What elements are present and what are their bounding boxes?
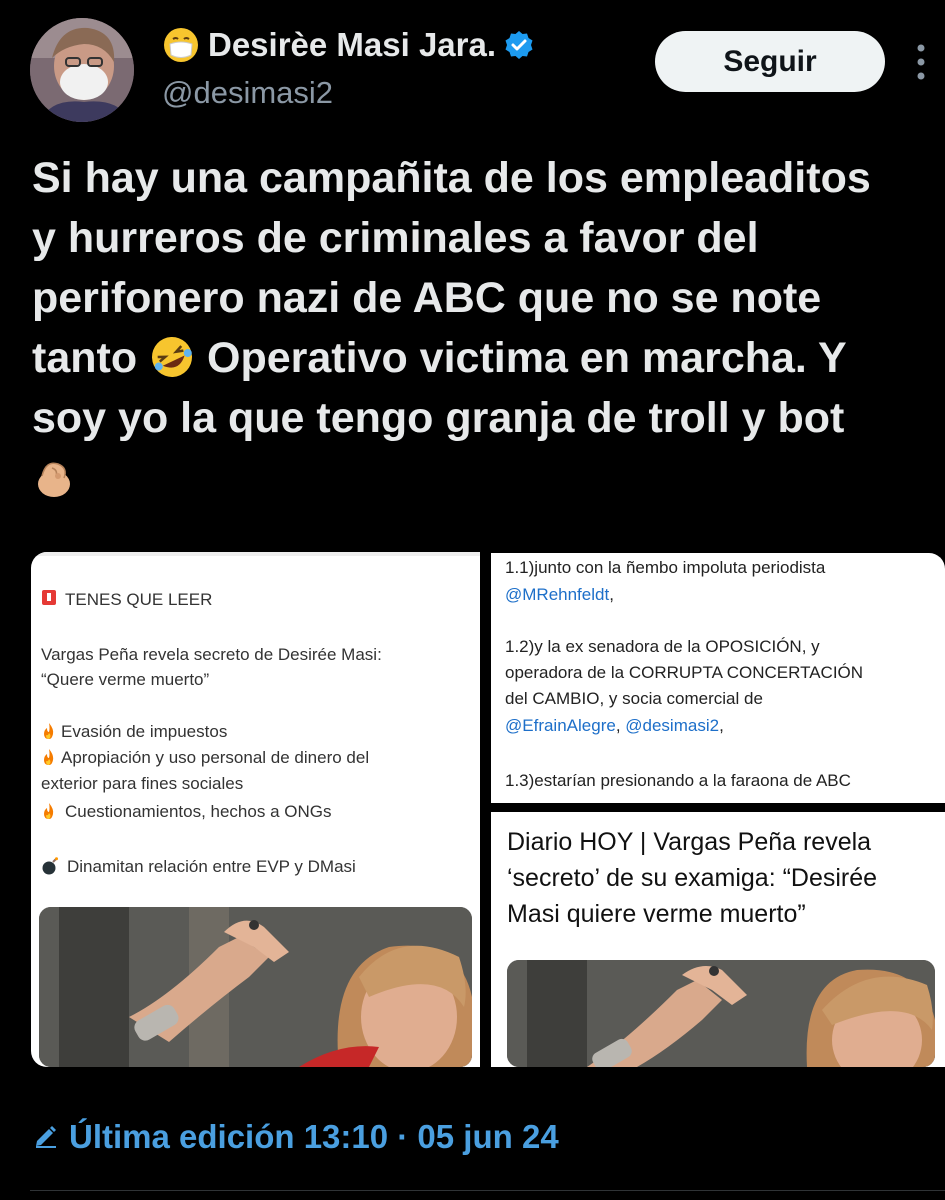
bullet-1: Evasión de impuestos: [41, 722, 227, 745]
tr-line-4: del CAMBIO, y socia comercial de: [505, 689, 763, 708]
tweet-line-6: soy yo la que tengo granja de troll y bo…: [32, 394, 845, 442]
rolling-laughing-emoji-icon: [149, 334, 195, 380]
bullet-2: Apropiación y uso personal de dinero del: [41, 748, 369, 771]
tweet-line-1: Si hay una campañita de los empleaditos: [32, 154, 871, 202]
tr-line-6: 1.3)estarían presionando a la faraona de…: [505, 771, 851, 790]
bullet-3: Cuestionamientos, hechos a ONGs: [41, 802, 331, 825]
follow-button[interactable]: Seguir: [655, 31, 885, 92]
author-name-row[interactable]: Desirèe Masi Jara.: [162, 26, 534, 64]
tr-line-5-sep: ,: [615, 716, 626, 735]
attached-image-top-right[interactable]: 1.1)junto con la ñembo impoluta periodis…: [491, 553, 945, 803]
last-edited-text[interactable]: Última edición 13:10 · 05 jun 24: [69, 1118, 559, 1156]
author-handle[interactable]: @desimasi2: [162, 75, 333, 111]
tr-line-2: 1.2)y la ex senadora de la OPOSICIÓN, y: [505, 637, 820, 656]
diario-hoy-headline: Diario HOY | Vargas Peña revela ‘secreto…: [507, 828, 878, 928]
tweet-line-3: perifonero nazi de ABC que no se note: [32, 274, 822, 322]
card-left-photo: [39, 907, 472, 1067]
pencil-icon: [33, 1118, 59, 1156]
divider: [30, 1190, 945, 1191]
bullet-2-text: Apropiación y uso personal de dinero del: [61, 748, 370, 767]
mention-efrainalegre[interactable]: @EfrainAlegre: [505, 716, 616, 735]
author-avatar[interactable]: [30, 18, 134, 122]
last-edited-link[interactable]: Última edición 13:10 · 05 jun 24: [33, 1118, 559, 1156]
verified-badge-icon: [504, 30, 534, 60]
tr-line-5-tail: ,: [719, 716, 724, 735]
bullet-1-text: Evasión de impuestos: [61, 722, 228, 741]
mention-mrehnfeldt[interactable]: @MRehnfeldt: [505, 585, 609, 604]
attached-image-left[interactable]: TENES QUE LEER Vargas Peña revela secret…: [31, 552, 480, 1067]
card-left-header-text: TENES QUE LEER: [65, 589, 213, 609]
bullet-3-text: Cuestionamientos, hechos a ONGs: [65, 802, 332, 821]
bomb-line: Dinamitan relación entre EVP y DMasi: [41, 857, 356, 880]
fire-icon: [41, 722, 57, 745]
card-left-headline-1: Vargas Peña revela secreto de Desirée Ma…: [41, 645, 382, 664]
tr-line-1: 1.1)junto con la ñembo impoluta periodis…: [505, 558, 826, 577]
more-options-icon[interactable]: [916, 42, 926, 82]
mention-desimasi2[interactable]: @desimasi2: [625, 716, 719, 735]
tr-line-3: operadora de la CORRUPTA CONCERTACIÓN: [505, 663, 864, 682]
card-left-header: TENES QUE LEER: [41, 588, 212, 611]
tweet-line-2: y hurreros de criminales a favor del: [32, 214, 759, 262]
siren-icon: [41, 588, 57, 611]
attached-image-bottom-right[interactable]: Diario HOY | Vargas Peña revela ‘secreto…: [491, 812, 945, 1067]
bomb-icon: [41, 857, 59, 880]
author-name[interactable]: Desirèe Masi Jara.: [208, 26, 496, 64]
tweet-line-5: Operativo victima en marcha. Y: [207, 334, 847, 382]
tr-line-1b: @MRehnfeldt,: [505, 583, 614, 607]
fire-icon: [41, 748, 57, 771]
pinching-hand-emoji-icon: [32, 454, 78, 500]
card-top-strip: [31, 552, 480, 556]
card-left-headline-2: “Quere verme muerto”: [41, 670, 210, 689]
tr-line-1b-tail: ,: [609, 585, 614, 604]
bullet-2-cont: exterior para fines sociales: [41, 774, 244, 793]
tweet-text: Si hay una campañita de los empleaditos …: [32, 148, 922, 508]
mask-face-emoji-icon: [162, 26, 200, 64]
tr-line-5: @EfrainAlegre, @desimasi2,: [505, 714, 724, 738]
card-br-photo: [507, 960, 935, 1067]
bomb-line-text: Dinamitan relación entre EVP y DMasi: [67, 857, 356, 876]
fire-icon: [41, 802, 57, 825]
tweet-line-4: tanto: [32, 334, 138, 382]
